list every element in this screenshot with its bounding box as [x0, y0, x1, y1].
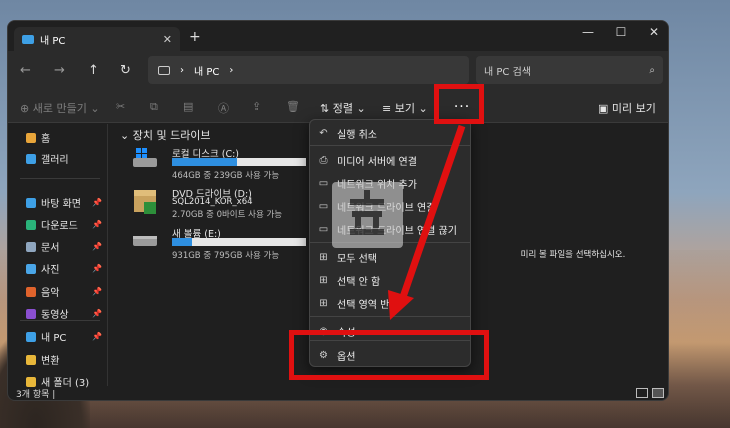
annotation-arrow — [388, 124, 466, 320]
